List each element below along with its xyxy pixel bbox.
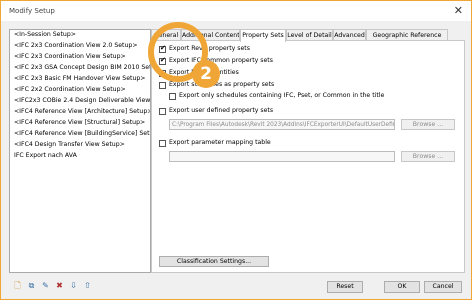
list-item[interactable]: <IFC 2x2 Coordination View Setup> [14,86,126,94]
export-schedules-only-label: Export only schedules containing IFC, Ps… [179,92,385,99]
list-item[interactable]: <In-Session Setup> [14,31,76,39]
export-schedules-label: Export schedules as property sets [169,81,275,88]
cancel-button[interactable]: Cancel [424,281,462,293]
close-icon[interactable]: ✕ [454,4,463,17]
title-bar: Modify Setup ✕ [1,1,471,21]
list-item[interactable]: <IFC4 Design Transfer View Setup> [14,141,125,149]
classification-settings-button[interactable]: Classification Settings... [159,256,269,267]
export-param-mapping-label: Export parameter mapping table [169,139,271,146]
export-param-mapping-checkbox[interactable] [159,140,166,147]
duplicate-setup-icon[interactable]: ⧉ [27,281,36,291]
list-item[interactable]: <IFC 2x3 Coordination View 2.0 Setup> [14,42,138,50]
export-schedules-checkbox[interactable] [159,82,166,89]
import-setup-icon[interactable]: ⇩ [69,281,78,291]
dialog-title: Modify Setup [9,7,55,15]
export-user-defined-label: Export user defined property sets [169,107,274,114]
browse-user-defined-button[interactable]: Browse ... [401,119,455,130]
reset-button[interactable]: Reset [327,281,363,293]
user-defined-path-field[interactable]: C:\Program Files\Autodesk\Revit 2023\Add… [169,119,395,130]
export-setup-icon[interactable]: ⇧ [83,281,92,291]
setup-list[interactable]: <In-Session Setup> <IFC 2x3 Coordination… [9,29,151,273]
list-item[interactable]: <IFC4 Reference View [BuildingService] S… [14,130,150,138]
param-mapping-path-field[interactable] [169,151,395,162]
ok-button[interactable]: OK [384,281,420,293]
list-item[interactable]: <IFC4 Reference View [Architecture] Setu… [14,108,150,116]
rename-setup-icon[interactable]: ✎ [41,281,50,291]
callout-step-badge: 2 [192,60,220,88]
export-user-defined-checkbox[interactable] [159,108,166,115]
export-schedules-only-checkbox[interactable] [169,93,176,100]
list-item[interactable]: <IFC 2x3 Coordination View Setup> [14,53,126,61]
list-item[interactable]: <IFC4 Reference View [Structural] Setup> [14,119,145,127]
list-item[interactable]: <IFC 2x3 GSA Concept Design BIM 2010 Set… [14,64,150,72]
tab-property-sets[interactable]: Property Sets [240,29,286,42]
modify-setup-dialog: Modify Setup ✕ <In-Session Setup> <IFC 2… [0,0,472,300]
list-item[interactable]: <IFC 2x3 Basic FM Handover View Setup> [14,75,145,83]
browse-param-mapping-button[interactable]: Browse ... [401,151,455,162]
list-item[interactable]: <IFC2x3 COBie 2.4 Design Deliverable Vie… [14,97,150,105]
new-setup-icon[interactable]: 🗋 [13,281,22,291]
list-item[interactable]: IFC Export nach AVA [14,152,77,160]
delete-setup-icon[interactable]: ✖ [55,281,64,291]
